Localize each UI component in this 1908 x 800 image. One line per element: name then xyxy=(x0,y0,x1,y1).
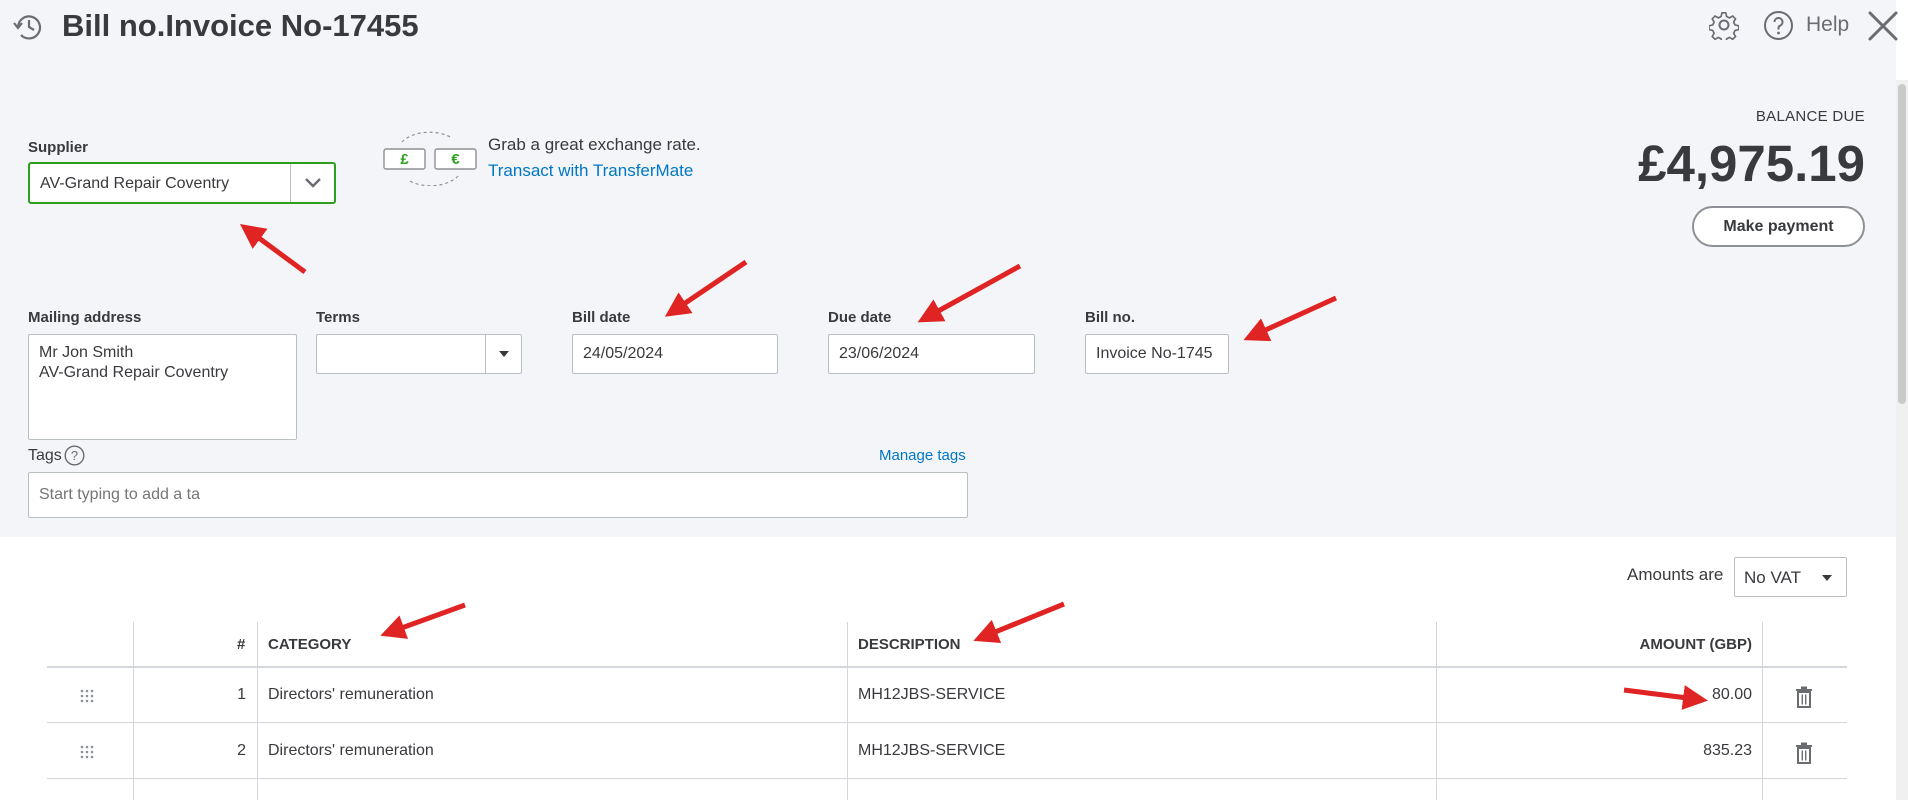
caret-down-icon xyxy=(1822,575,1832,581)
annotation-arrow xyxy=(380,602,466,639)
terms-select[interactable] xyxy=(316,334,522,374)
supplier-value: AV-Grand Repair Coventry xyxy=(40,175,230,192)
help-link[interactable]: Help xyxy=(1806,13,1849,37)
delete-row-icon[interactable] xyxy=(1795,686,1813,708)
vat-treatment-select[interactable]: No VAT xyxy=(1734,557,1847,597)
transfermate-link[interactable]: Transact with TransferMate xyxy=(488,161,693,181)
recent-history-icon[interactable] xyxy=(12,10,46,44)
make-payment-button[interactable]: Make payment xyxy=(1692,206,1865,247)
exchange-promo-text: Grab a great exchange rate. xyxy=(488,135,701,154)
vat-treatment-value: No VAT xyxy=(1744,568,1801,587)
bill-page: Bill no.Invoice No-17455 Help Supplier A… xyxy=(0,0,1908,800)
supplier-select[interactable]: AV-Grand Repair Coventry xyxy=(28,162,336,204)
mailing-address-line: Mr Jon Smith xyxy=(39,344,134,361)
terms-dropdown-toggle[interactable] xyxy=(485,335,521,373)
settings-gear-icon[interactable] xyxy=(1709,10,1739,40)
table-column-divider xyxy=(847,622,848,800)
mailing-address-line: AV-Grand Repair Coventry xyxy=(39,364,229,381)
table-column-divider xyxy=(1762,622,1763,800)
column-header-number: # xyxy=(237,636,246,653)
currency-exchange-icon: £ € xyxy=(383,131,477,186)
supplier-label: Supplier xyxy=(28,139,89,156)
supplier-dropdown-toggle[interactable] xyxy=(290,164,334,202)
annotation-arrow xyxy=(1623,685,1708,710)
tags-input[interactable] xyxy=(28,472,968,518)
bill-date-input[interactable] xyxy=(572,334,778,374)
mailing-address-field[interactable]: Mr Jon Smith AV-Grand Repair Coventry xyxy=(28,334,297,440)
bill-no-input[interactable] xyxy=(1085,334,1229,374)
mailing-address-label: Mailing address xyxy=(28,309,142,326)
amounts-are-label: Amounts are xyxy=(1627,565,1724,584)
table-row-divider xyxy=(47,778,1847,779)
help-icon[interactable] xyxy=(1763,10,1794,41)
page-title: Bill no.Invoice No-17455 xyxy=(62,8,419,43)
due-date-input[interactable] xyxy=(828,334,1035,374)
bill-no-label: Bill no. xyxy=(1085,309,1135,326)
tags-label: Tags xyxy=(28,447,62,464)
pound-symbol: £ xyxy=(400,151,409,168)
caret-down-icon xyxy=(498,351,509,357)
column-header-description: DESCRIPTION xyxy=(858,636,961,653)
column-header-category: CATEGORY xyxy=(268,636,352,653)
table-column-divider xyxy=(1436,622,1437,800)
drag-handle-icon[interactable] xyxy=(80,689,94,703)
balance-due-label: BALANCE DUE xyxy=(1755,108,1865,125)
row-number: 1 xyxy=(237,686,246,703)
close-icon[interactable] xyxy=(1866,9,1900,43)
balance-due-amount: £4,975.19 xyxy=(1638,135,1865,192)
scrollbar-thumb[interactable] xyxy=(1898,84,1906,404)
row-description[interactable]: MH12JBS-SERVICE xyxy=(858,686,1005,704)
column-header-amount: AMOUNT (GBP) xyxy=(1639,636,1753,653)
terms-label: Terms xyxy=(316,309,360,326)
row-number: 2 xyxy=(237,742,246,759)
table-header-divider xyxy=(47,666,1847,668)
annotation-arrow xyxy=(973,601,1065,644)
euro-symbol: € xyxy=(451,151,460,168)
chevron-down-icon xyxy=(304,178,321,188)
tags-help-icon[interactable]: ? xyxy=(64,445,85,466)
row-category[interactable]: Directors' remuneration xyxy=(268,686,434,704)
table-column-divider xyxy=(133,622,134,800)
due-date-label: Due date xyxy=(828,309,892,326)
tags-help-symbol: ? xyxy=(71,448,78,463)
table-column-divider xyxy=(257,622,258,800)
row-amount[interactable]: 835.23 xyxy=(1703,742,1752,760)
row-category[interactable]: Directors' remuneration xyxy=(268,742,434,760)
drag-handle-icon[interactable] xyxy=(80,745,94,759)
row-description[interactable]: MH12JBS-SERVICE xyxy=(858,742,1005,760)
delete-row-icon[interactable] xyxy=(1795,742,1813,764)
row-amount[interactable]: 80.00 xyxy=(1712,686,1752,704)
table-row-divider xyxy=(47,722,1847,723)
manage-tags-link[interactable]: Manage tags xyxy=(879,447,966,464)
bill-date-label: Bill date xyxy=(572,309,631,326)
